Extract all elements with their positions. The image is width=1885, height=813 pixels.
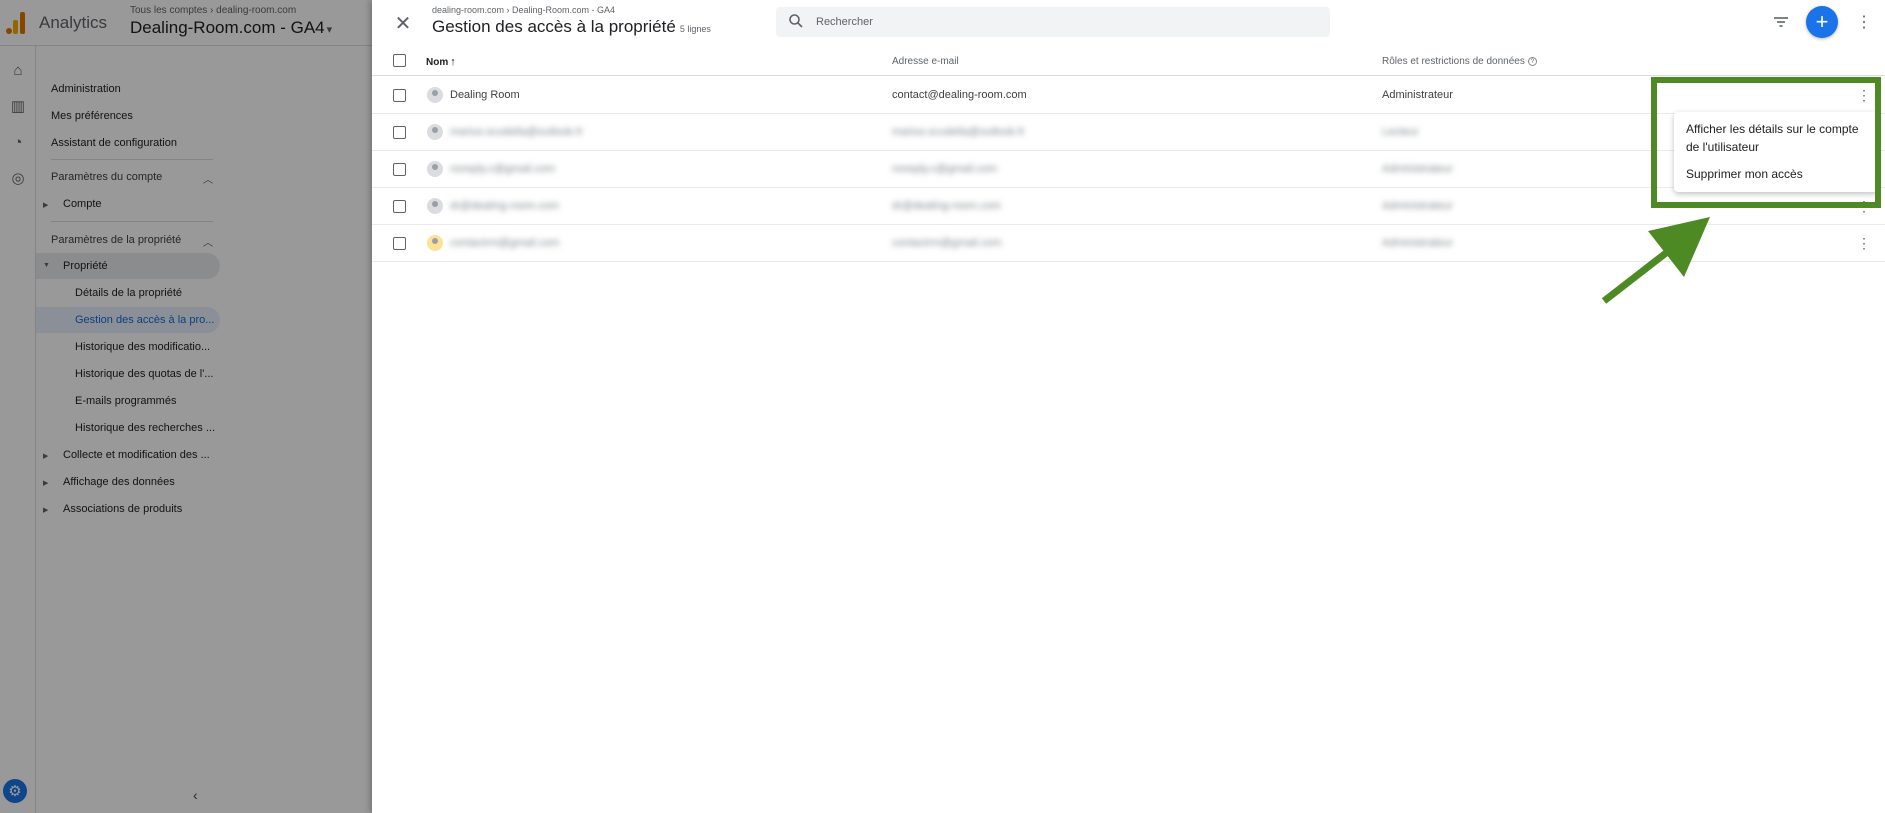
- search-icon: [789, 14, 803, 28]
- user-email: contactrm@gmail.com: [892, 237, 1002, 249]
- column-roles-header: Rôles et restrictions de données?: [1382, 56, 1537, 67]
- search-bar[interactable]: [776, 7, 1330, 37]
- user-name: dr@dealing-room.com: [450, 200, 559, 212]
- user-name: marius.scudella@outlook.fr: [450, 126, 583, 138]
- column-name-label: Nom: [426, 57, 449, 68]
- row-checkbox[interactable]: [393, 163, 406, 176]
- avatar: [427, 124, 443, 140]
- page-title: Gestion des accès à la propriété: [432, 17, 676, 36]
- column-name-header[interactable]: Nom ↑: [426, 56, 456, 68]
- search-input[interactable]: [816, 7, 1316, 37]
- page-title-wrap: Gestion des accès à la propriété 5 lignes: [432, 17, 711, 37]
- user-name: noreply.c@gmail.com: [450, 163, 556, 175]
- add-icon: +: [1815, 9, 1829, 34]
- filter-icon[interactable]: [1772, 13, 1790, 31]
- user-email: contact@dealing-room.com: [892, 89, 1027, 101]
- avatar: [427, 87, 443, 103]
- user-role: Administrateur: [1382, 237, 1453, 249]
- column-roles-label: Rôles et restrictions de données: [1382, 56, 1525, 67]
- avatar: [427, 161, 443, 177]
- row-checkbox[interactable]: [393, 126, 406, 139]
- modal-scrim[interactable]: [0, 0, 372, 813]
- more-vert-icon[interactable]: ⋮: [1854, 233, 1874, 253]
- user-role: Administrateur: [1382, 200, 1453, 212]
- breadcrumb: dealing-room.com › Dealing-Room.com - GA…: [432, 5, 616, 15]
- row-count: 5 lignes: [679, 24, 711, 34]
- user-name: contactrm@gmail.com: [450, 237, 560, 249]
- user-email: noreply.c@gmail.com: [892, 163, 998, 175]
- annotation-arrow-icon: [1601, 217, 1710, 304]
- annotation-highlight-box: [1651, 77, 1881, 208]
- user-role: Administrateur: [1382, 89, 1453, 101]
- user-email: dr@dealing-room.com: [892, 200, 1001, 212]
- table-header: Nom ↑ Adresse e-mail Rôles et restriction…: [372, 46, 1885, 76]
- help-icon[interactable]: ?: [1527, 56, 1537, 66]
- sort-arrow-up-icon: ↑: [450, 56, 456, 68]
- more-vert-icon[interactable]: ⋮: [1854, 12, 1874, 32]
- user-role: Lecteur: [1382, 126, 1419, 138]
- row-checkbox[interactable]: [393, 89, 406, 102]
- avatar: [427, 235, 443, 251]
- column-email-header: Adresse e-mail: [892, 56, 959, 67]
- close-icon[interactable]: ✕: [390, 10, 416, 36]
- row-checkbox[interactable]: [393, 200, 406, 213]
- row-checkbox[interactable]: [393, 237, 406, 250]
- user-name: Dealing Room: [450, 89, 520, 101]
- user-role: Administrateur: [1382, 163, 1453, 175]
- user-email: marius.scudella@outlook.fr: [892, 126, 1025, 138]
- add-user-button[interactable]: +: [1806, 6, 1838, 38]
- select-all-checkbox[interactable]: [393, 54, 406, 67]
- avatar: [427, 198, 443, 214]
